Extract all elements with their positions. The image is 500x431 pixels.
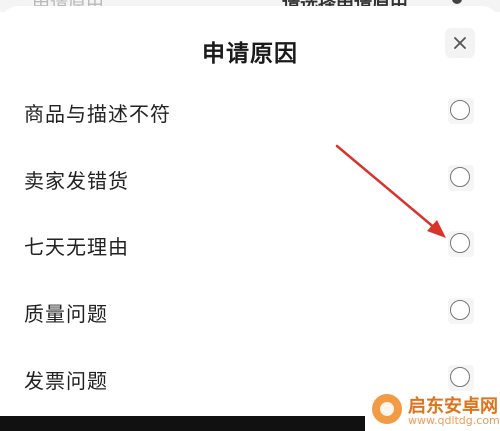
watermark: 启东安卓网 www.qdltdg.com bbox=[368, 388, 500, 431]
watermark-url: www.qdltdg.com bbox=[408, 414, 500, 427]
bottom-bar bbox=[0, 416, 365, 431]
red-arrow-icon bbox=[335, 144, 446, 238]
watermark-logo-icon bbox=[372, 394, 402, 424]
